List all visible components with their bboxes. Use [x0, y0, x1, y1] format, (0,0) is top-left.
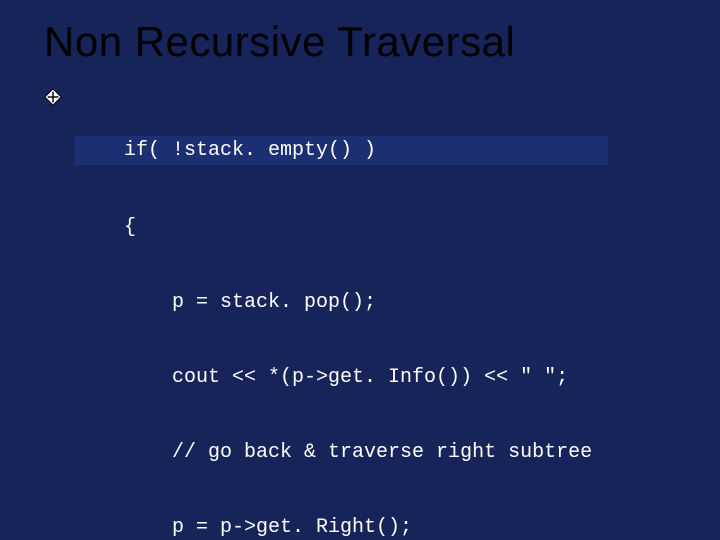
- code-line: p = p->get. Right();: [76, 515, 608, 540]
- code-line-highlighted: if( !stack. empty() ): [74, 136, 608, 165]
- content-area: if( !stack. empty() ) { p = stack. pop()…: [44, 86, 720, 540]
- code-line: p = stack. pop();: [76, 290, 608, 315]
- slide: Non Recursive Traversal if( !stack. empt…: [0, 0, 720, 540]
- code-block: if( !stack. empty() ) { p = stack. pop()…: [76, 86, 608, 540]
- code-line: // go back & traverse right subtree: [76, 440, 608, 465]
- diamond-plus-icon: [44, 88, 62, 111]
- code-line: {: [76, 215, 608, 240]
- code-line: cout << *(p->get. Info()) << " ";: [76, 365, 608, 390]
- slide-title: Non Recursive Traversal: [44, 18, 720, 66]
